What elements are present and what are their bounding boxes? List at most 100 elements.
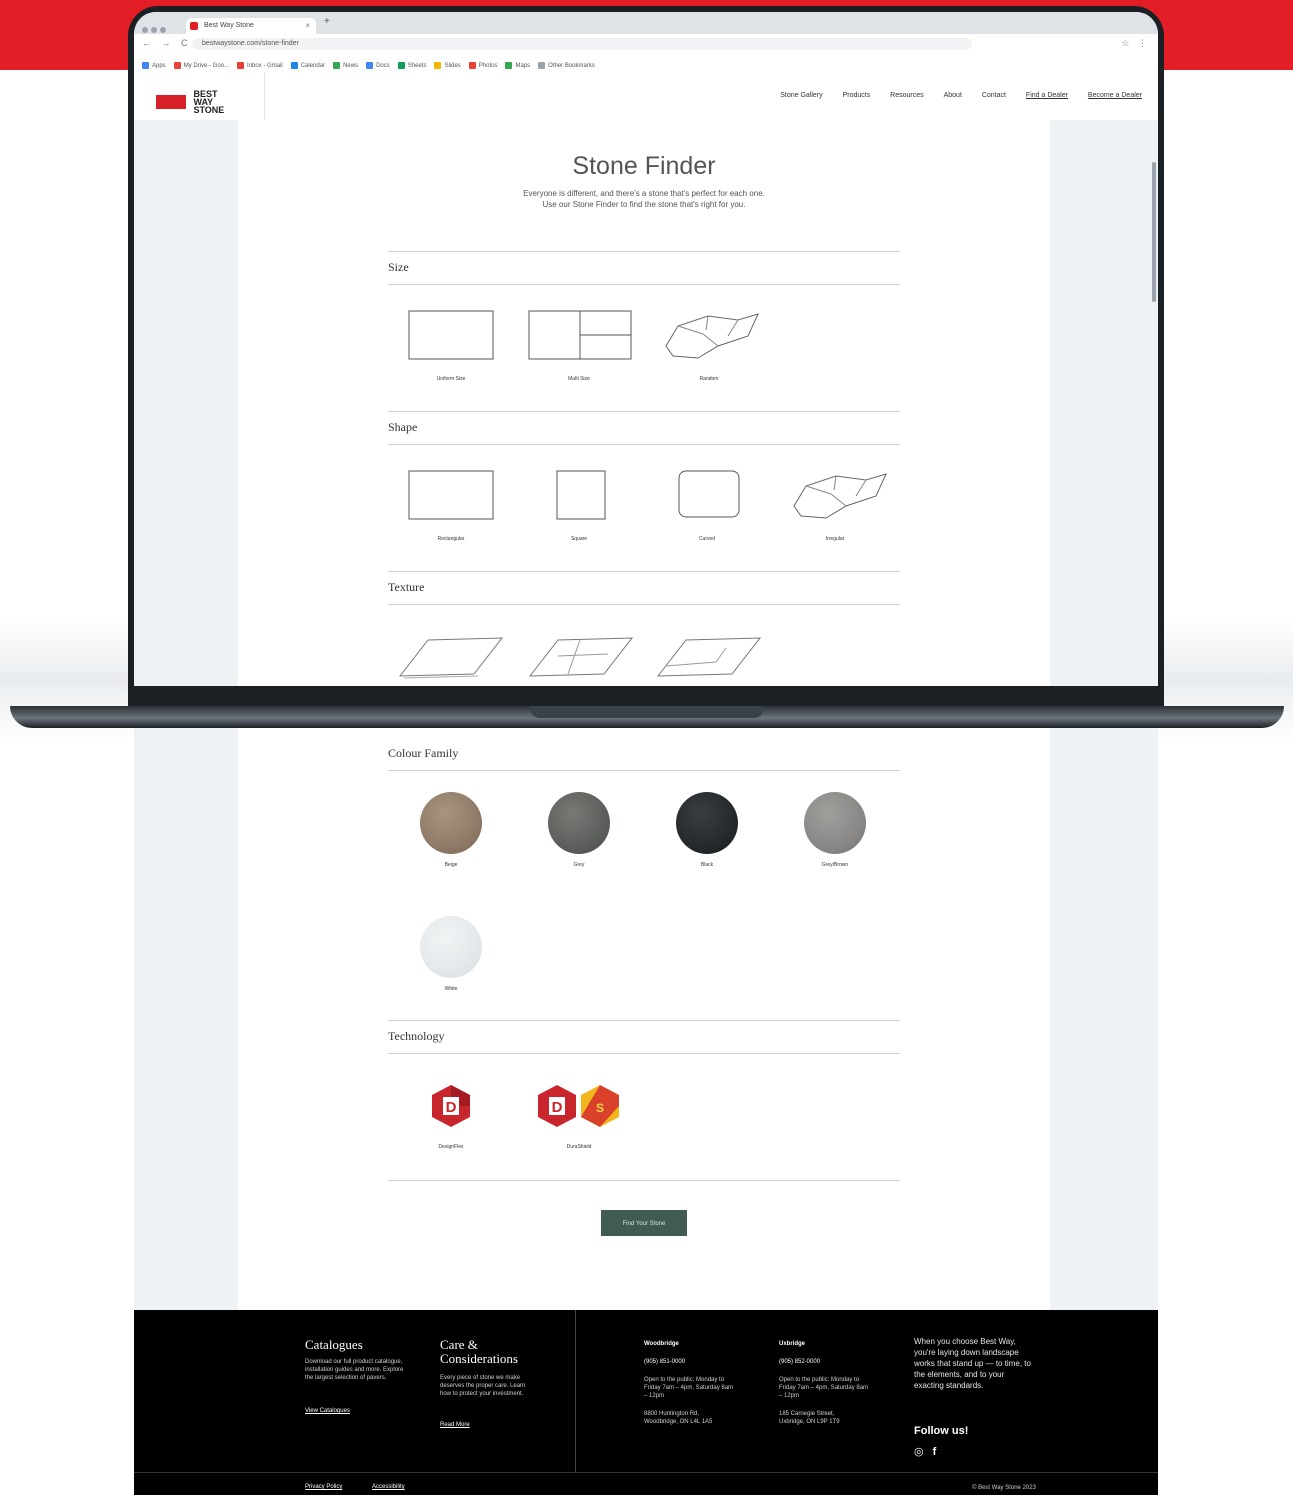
scrollbar[interactable] xyxy=(1152,162,1156,302)
page-continuation: Colour Family Beige Grey Black Grey/Brow… xyxy=(134,728,1158,1495)
footer-care-link[interactable]: Read More xyxy=(440,1422,470,1428)
bookmark-item[interactable]: Inbox - Gmail xyxy=(237,61,283,69)
footer-care-text: Every piece of stone we make deserves th… xyxy=(440,1375,526,1397)
section-divider xyxy=(388,571,900,572)
swatch-label: Grey xyxy=(573,862,585,868)
swatch-white[interactable] xyxy=(420,916,482,978)
bookmark-favicon-icon xyxy=(468,61,476,69)
bookmark-item[interactable]: Docs xyxy=(366,61,390,69)
bookmark-label: Other Bookmarks xyxy=(548,63,595,69)
section-title-technology: Technology xyxy=(388,1029,445,1043)
bookmark-item[interactable]: Apps xyxy=(142,61,166,69)
technology-label: DesignFlex xyxy=(438,1144,464,1150)
option-label: Random xyxy=(699,376,719,382)
option-label: Curved xyxy=(698,536,716,542)
bookmark-label: News xyxy=(343,63,359,69)
nav-about[interactable]: About xyxy=(944,92,962,99)
footer-bottom-divider xyxy=(134,1472,1158,1473)
nav-become-dealer[interactable]: Become a Dealer xyxy=(1088,92,1142,99)
bookmark-favicon-icon xyxy=(333,61,341,69)
find-your-stone-button[interactable]: Find Your Stone xyxy=(601,1210,687,1236)
option-label: Rectangular xyxy=(437,536,465,542)
instagram-icon[interactable]: ◎ xyxy=(914,1446,924,1458)
browser-tab-strip: Best Way Stone × + xyxy=(134,12,1158,34)
texture-smooth-icon[interactable] xyxy=(398,636,508,681)
bookmark-item[interactable]: Maps xyxy=(505,61,531,69)
irregular-icon[interactable] xyxy=(786,466,896,526)
swatch-label: Beige xyxy=(444,862,458,868)
swatch-grey-brown[interactable] xyxy=(804,792,866,854)
address-bar[interactable]: bestwaystone.com/stone-finder xyxy=(192,38,972,50)
close-icon[interactable]: × xyxy=(305,18,310,34)
nav-stone-gallery[interactable]: Stone Gallery xyxy=(780,92,822,99)
durashield-badge-icon[interactable]: D S xyxy=(536,1084,622,1128)
tab-title: Best Way Stone xyxy=(204,22,254,29)
bookmark-item[interactable]: News xyxy=(333,61,359,69)
section-divider xyxy=(388,604,900,605)
bookmark-item[interactable]: Sheets xyxy=(397,61,427,69)
favicon-icon xyxy=(190,22,198,30)
browser-toolbar: ← → C bestwaystone.com/stone-finder ☆ ⋮ xyxy=(134,34,1158,55)
footer-catalogues-link[interactable]: View Catalogues xyxy=(305,1408,350,1414)
footer-location2-phone[interactable]: (905) 852-0000 xyxy=(779,1358,820,1366)
nav-products[interactable]: Products xyxy=(843,92,871,99)
bookmark-item[interactable]: My Drive - Goo... xyxy=(173,61,229,69)
footer-location1-phone[interactable]: (905) 851-0000 xyxy=(644,1358,685,1366)
option-label: Irregular xyxy=(825,536,845,542)
bookmark-item[interactable]: Other Bookmarks xyxy=(538,61,595,69)
facebook-icon[interactable]: f xyxy=(933,1446,937,1458)
section-divider xyxy=(388,1020,900,1021)
texture-natural-icon[interactable] xyxy=(656,636,766,681)
rectangular-icon[interactable] xyxy=(408,470,498,525)
bookmark-item[interactable]: Slides xyxy=(434,61,461,69)
multi-size-icon[interactable] xyxy=(528,310,638,365)
curved-icon[interactable] xyxy=(678,470,744,522)
new-tab-icon[interactable]: + xyxy=(324,16,330,27)
bookmark-item[interactable]: Calendar xyxy=(290,61,325,69)
nav-buttons-icon[interactable]: ← → C xyxy=(142,38,192,48)
section-divider xyxy=(388,411,900,412)
accessibility-link[interactable]: Accessibility xyxy=(372,1484,405,1490)
bookmark-favicon-icon xyxy=(237,61,245,69)
footer-catalogues-title: Catalogues xyxy=(305,1337,363,1352)
section-title-shape: Shape xyxy=(388,420,418,434)
nav-find-dealer[interactable]: Find a Dealer xyxy=(1026,92,1068,99)
texture-tumbled-icon[interactable] xyxy=(528,636,638,681)
footer-location1-title: Woodbridge xyxy=(644,1341,679,1347)
bookmark-item[interactable]: Photos xyxy=(468,61,497,69)
bookmark-favicon-icon xyxy=(142,61,149,69)
bookmark-favicon-icon xyxy=(434,61,442,69)
section-divider xyxy=(388,770,900,771)
bookmark-favicon-icon xyxy=(366,61,374,69)
bookmark-label: Maps xyxy=(515,63,531,69)
swatch-beige[interactable] xyxy=(420,792,482,854)
bookmark-label: Apps xyxy=(152,63,166,69)
random-size-icon[interactable] xyxy=(658,306,768,366)
logo-mark-icon xyxy=(156,95,186,109)
bookmark-label: Inbox - Gmail xyxy=(247,63,283,69)
svg-text:D: D xyxy=(446,1099,457,1116)
nav-contact[interactable]: Contact xyxy=(982,92,1006,99)
browser-menu-icon[interactable]: ☆ ⋮ xyxy=(1121,38,1150,49)
privacy-policy-link[interactable]: Privacy Policy xyxy=(305,1484,342,1490)
uniform-size-icon[interactable] xyxy=(408,310,498,365)
section-divider xyxy=(388,444,900,445)
section-divider xyxy=(388,251,900,252)
square-icon[interactable] xyxy=(556,470,608,522)
site-header: BEST WAY STONE Stone Gallery Products Re… xyxy=(134,72,1158,121)
footer-location2-title: Uxbridge xyxy=(779,1341,806,1347)
main-nav: Stone Gallery Products Resources About C… xyxy=(762,92,1142,99)
header-divider xyxy=(264,72,265,120)
bookmark-label: Sheets xyxy=(407,63,427,69)
bookmark-favicon-icon xyxy=(290,61,298,69)
nav-resources[interactable]: Resources xyxy=(890,92,923,99)
page-gutter-left xyxy=(134,728,238,1310)
follow-us-heading: Follow us! xyxy=(914,1425,969,1437)
browser-tab[interactable]: Best Way Stone × xyxy=(186,18,316,34)
bookmark-favicon-icon xyxy=(397,61,405,69)
subtitle-line-2: Use our Stone Finder to find the stone t… xyxy=(542,200,746,209)
designflex-badge-icon[interactable]: D xyxy=(430,1084,472,1128)
logo[interactable]: BEST WAY STONE xyxy=(156,90,233,115)
swatch-black[interactable] xyxy=(676,792,738,854)
swatch-grey[interactable] xyxy=(548,792,610,854)
